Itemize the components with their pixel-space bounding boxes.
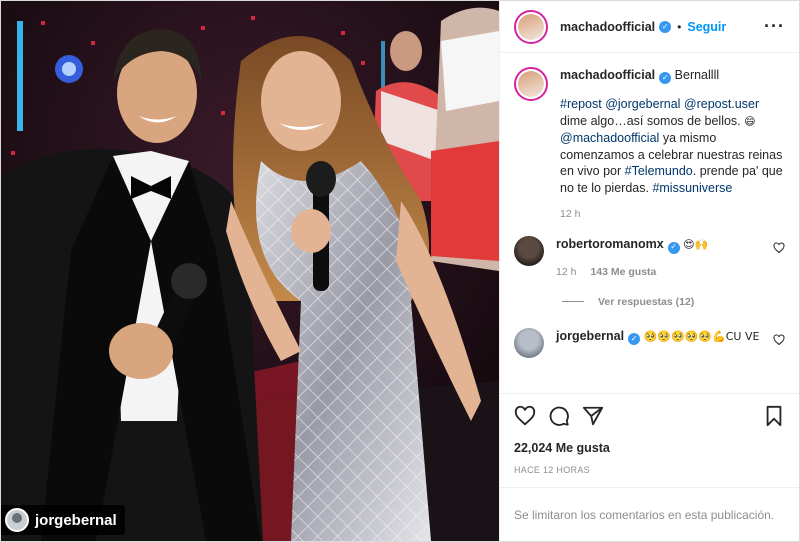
- header-username[interactable]: machadoofficial: [560, 20, 655, 34]
- verified-icon: ✓: [667, 241, 680, 254]
- comments-limited-notice: Se limitaron los comentarios en esta pub…: [500, 487, 799, 541]
- post-sidebar: machadoofficial ✓ • Seguir ··· machadoof…: [499, 1, 799, 541]
- comment-body: 🥺🥺🥺🥺🥺💪CU VE: [643, 329, 760, 343]
- caption-avatar[interactable]: [514, 67, 548, 101]
- comments-area[interactable]: machadoofficial ✓ Bernallll #repost @jorg…: [500, 53, 799, 393]
- bookmark-icon[interactable]: [763, 405, 785, 427]
- post-header: machadoofficial ✓ • Seguir ···: [500, 1, 799, 53]
- caption-username[interactable]: machadoofficial: [560, 68, 655, 82]
- comment: jorgebernal ✓ 🥺🥺🥺🥺🥺💪CU VE: [514, 327, 785, 358]
- comment-text: robertoromanomx ✓ 😍🙌: [556, 236, 773, 254]
- action-bar: [500, 393, 799, 437]
- emoji-grin: 😄: [744, 114, 756, 128]
- hashtag-telemundo[interactable]: #Telemundo: [625, 164, 693, 178]
- mention-machadoofficial[interactable]: @machadoofficial: [560, 131, 659, 145]
- comment-username[interactable]: jorgebernal: [556, 329, 624, 343]
- comment-username[interactable]: robertoromanomx: [556, 237, 664, 251]
- instagram-post: jorgebernal machadoofficial ✓ • Seguir ·…: [0, 0, 800, 542]
- caption-lead: Bernallll: [674, 68, 720, 82]
- view-replies-label: Ver respuestas (12): [598, 295, 695, 308]
- comment-meta: 12 h 143 Me gusta: [556, 266, 773, 278]
- mention-jorgebernal[interactable]: @jorgebernal: [605, 97, 680, 111]
- view-replies-button[interactable]: Ver respuestas (12): [562, 296, 785, 308]
- comment-heart-icon[interactable]: [773, 334, 785, 346]
- avatar[interactable]: [514, 9, 548, 44]
- user-tag[interactable]: jorgebernal: [1, 505, 125, 535]
- photo-illustration: [1, 1, 499, 541]
- comment: robertoromanomx ✓ 😍🙌 12 h 143 Me gusta: [514, 236, 785, 278]
- hashtag-repost[interactable]: #repost: [560, 97, 602, 111]
- separator-dot: •: [677, 19, 682, 34]
- mention-repost-user[interactable]: @repost.user: [684, 97, 759, 111]
- caption-text: machadoofficial ✓ Bernallll #repost @jorg…: [560, 67, 785, 196]
- post-photo[interactable]: jorgebernal: [1, 1, 499, 541]
- comment-heart-icon[interactable]: [773, 242, 785, 254]
- heart-icon[interactable]: [514, 405, 536, 427]
- verified-icon: ✓: [628, 333, 641, 345]
- comment-body: 😍🙌: [683, 238, 709, 252]
- more-horizontal-icon[interactable]: ···: [764, 16, 785, 37]
- hashtag-missuniverse[interactable]: #missuniverse: [652, 181, 732, 195]
- caption-time[interactable]: 12 h: [560, 208, 785, 220]
- caption: machadoofficial ✓ Bernallll #repost @jorg…: [514, 67, 785, 220]
- commenter-avatar[interactable]: [514, 327, 544, 358]
- comment-time[interactable]: 12 h: [556, 266, 576, 278]
- follow-button[interactable]: Seguir: [687, 20, 726, 34]
- replies-line: [562, 301, 584, 303]
- caption-line-1: dime algo…así somos de bellos.: [560, 113, 741, 128]
- tag-avatar: [5, 508, 29, 532]
- commenter-avatar[interactable]: [514, 236, 544, 267]
- verified-icon: ✓: [659, 20, 672, 33]
- verified-icon: ✓: [659, 72, 672, 85]
- post-time[interactable]: HACE 12 HORAS: [500, 465, 799, 475]
- comment-text: jorgebernal ✓ 🥺🥺🥺🥺🥺💪CU VE: [556, 328, 773, 346]
- comment-icon[interactable]: [548, 405, 570, 427]
- tag-username: jorgebernal: [35, 511, 117, 529]
- paper-plane-icon[interactable]: [582, 405, 604, 427]
- likes-count[interactable]: 22,024 Me gusta: [500, 441, 799, 455]
- comment-likes[interactable]: 143 Me gusta: [590, 266, 656, 278]
